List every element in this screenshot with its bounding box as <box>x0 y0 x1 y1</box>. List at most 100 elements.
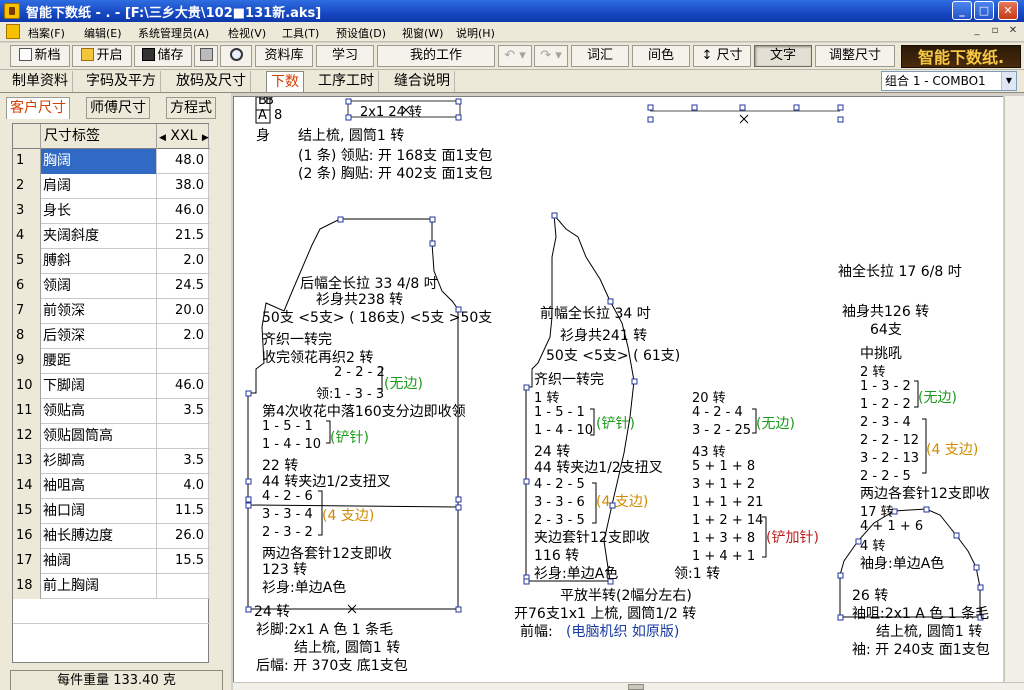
table-row[interactable]: 10 下脚阔 46.0 <box>13 374 210 399</box>
table-row[interactable]: 17 袖阔 15.5 <box>13 549 210 574</box>
tab-master-size[interactable]: 师傅尺寸 <box>86 97 150 119</box>
selection-handle[interactable] <box>345 114 352 121</box>
back-edge-tag[interactable]: (4 支边) <box>322 505 374 525</box>
top-line-3[interactable]: (2 条) 胸贴: 开 402支 面1支包 <box>298 163 492 183</box>
neck-add-5[interactable]: 1 + 3 + 8 <box>692 531 755 546</box>
size-value-cell[interactable]: 2.0 <box>157 249 209 274</box>
back-line-7[interactable]: 123 转 <box>262 559 307 579</box>
menu-file[interactable]: 档案(F) <box>28 25 65 41</box>
selection-handle[interactable] <box>837 572 844 579</box>
selection-handle[interactable] <box>245 496 252 503</box>
front-title[interactable]: 前幅全长拉 34 吋 <box>540 303 651 323</box>
back-edge-1[interactable]: 4 - 2 - 6 <box>262 489 313 504</box>
back-dec-1[interactable]: 1 - 5 - 1 <box>262 419 313 434</box>
tab-knit-calc[interactable]: 下数 <box>266 71 304 92</box>
sleeve-line-1[interactable]: 2 转 <box>860 361 885 380</box>
selection-handle[interactable] <box>631 378 638 385</box>
neck-line-1[interactable]: 20 转 <box>692 387 726 406</box>
table-row[interactable]: 8 后领深 2.0 <box>13 324 210 349</box>
selection-handle[interactable] <box>523 384 530 391</box>
scroll-thumb[interactable] <box>628 684 644 690</box>
selection-handle[interactable] <box>245 390 252 397</box>
size-value-cell[interactable]: 48.0 <box>157 149 209 174</box>
selection-handle[interactable] <box>345 98 352 105</box>
selection-handle[interactable] <box>837 614 844 621</box>
menu-view[interactable]: 检视(V) <box>228 25 266 41</box>
mdi-restore-button[interactable]: ▫ <box>988 25 1002 38</box>
front-line-6[interactable]: 116 转 <box>534 545 579 565</box>
menu-edit[interactable]: 编辑(E) <box>84 25 122 41</box>
caret-right-icon[interactable]: ▶ <box>202 133 209 143</box>
menu-tools[interactable]: 工具(T) <box>282 25 319 41</box>
front-line-10-value[interactable]: (电脑机织 如原版) <box>566 621 679 641</box>
selection-handle[interactable] <box>245 502 252 509</box>
tab-order-info[interactable]: 制单资料 <box>8 71 73 92</box>
size-value-cell[interactable]: 21.5 <box>157 224 209 249</box>
menu-admin[interactable]: 系统管理员(A) <box>138 25 209 41</box>
size-value-cell[interactable]: 4.0 <box>157 474 209 499</box>
color-button[interactable]: 间色 <box>632 45 690 67</box>
selection-handle[interactable] <box>455 496 462 503</box>
table-row[interactable]: 3 身长 46.0 <box>13 199 210 224</box>
library-button[interactable]: 资料库 <box>255 45 313 67</box>
sleeve-edge-2[interactable]: 2 - 2 - 12 <box>860 433 919 448</box>
neck-add-tag[interactable]: (铲加针) <box>766 527 819 547</box>
back-line-8[interactable]: 衫身:单边A色 <box>262 577 346 597</box>
learn-button[interactable]: 学习 <box>316 45 374 67</box>
size-value-cell[interactable]: 38.0 <box>157 174 209 199</box>
size-value-cell[interactable]: 15.5 <box>157 549 209 574</box>
selection-handle[interactable] <box>455 98 462 105</box>
back-line-3[interactable]: 第4次收花中落160支分边即收领 <box>262 401 466 421</box>
text-button[interactable]: 文字 <box>754 45 812 67</box>
tab-formula[interactable]: 方程式 <box>166 97 216 119</box>
chevron-down-icon[interactable]: ▼ <box>1001 72 1016 90</box>
sleeve-line-7[interactable]: 26 转 <box>852 585 888 605</box>
back-neck-2[interactable]: 领:1 - 3 - 3 <box>316 383 384 402</box>
sleeve-dec-2[interactable]: 1 - 2 - 2 <box>860 397 911 412</box>
size-label-cell[interactable]: 肩阔 <box>41 174 157 199</box>
sleeve-mid[interactable]: 中挑吼 <box>860 343 902 363</box>
size-value-cell[interactable] <box>157 349 209 374</box>
sleeve-title[interactable]: 袖全长拉 17 6/8 吋 <box>838 261 962 281</box>
sleeve-edge-3[interactable]: 3 - 2 - 13 <box>860 451 919 466</box>
neck-line-4[interactable]: 43 转 <box>692 441 726 460</box>
combo-select[interactable]: 组合 1 - COMBO1 ▼ <box>881 71 1017 91</box>
caret-left-icon[interactable]: ◀ <box>159 133 166 143</box>
selection-handle[interactable] <box>337 216 344 223</box>
table-row[interactable]: 15 袖口阔 11.5 <box>13 499 210 524</box>
back-line-1[interactable]: 齐织一转完 <box>262 329 332 349</box>
table-row[interactable]: 5 膊斜 2.0 <box>13 249 210 274</box>
table-row-empty[interactable] <box>13 599 210 624</box>
selection-handle[interactable] <box>739 104 746 111</box>
size-label-cell[interactable]: 胸阔 <box>41 149 157 174</box>
sleeve-line-2[interactable]: 两边各套针12支即收 <box>860 483 990 503</box>
selection-handle[interactable] <box>973 564 980 571</box>
save-button[interactable]: 储存 <box>134 45 192 67</box>
close-button[interactable]: ✕ <box>998 1 1018 20</box>
front-edge-2[interactable]: 3 - 3 - 6 <box>534 495 585 510</box>
back-dec-tag[interactable]: (铲针) <box>330 427 369 447</box>
back-neck-tag[interactable]: (无边) <box>384 373 423 393</box>
front-edge-tag[interactable]: (4 支边) <box>596 491 648 511</box>
back-edge-2[interactable]: 3 - 3 - 4 <box>262 507 313 522</box>
size-label-cell[interactable]: 领阔 <box>41 274 157 299</box>
selection-handle[interactable] <box>245 606 252 613</box>
my-work-button[interactable]: 我的工作 <box>377 45 495 67</box>
neck-line-5[interactable]: 领:1 转 <box>674 563 720 583</box>
minimize-button[interactable]: _ <box>952 1 972 20</box>
sleeve-line-3[interactable]: 17 转 <box>860 501 894 520</box>
front-line-5[interactable]: 夹边套针12支即收 <box>534 527 650 547</box>
vertical-scrollbar[interactable] <box>1004 96 1024 682</box>
sleeve-edge-tag[interactable]: (4 支边) <box>926 439 978 459</box>
selection-handle[interactable] <box>837 116 844 123</box>
drawing-canvas[interactable]: B B A 8 2x1 24 转 身 结上梳, 圆筒1 转 (1 条) 领贴: … <box>233 96 1003 682</box>
sleeve-dec-tag[interactable]: (无边) <box>918 387 957 407</box>
neck-tag[interactable]: (无边) <box>756 413 795 433</box>
tab-sewing-notes[interactable]: 缝合说明 <box>390 71 455 92</box>
sleeve-dec-1[interactable]: 1 - 3 - 2 <box>860 379 911 394</box>
selection-handle[interactable] <box>551 212 558 219</box>
vocab-button[interactable]: 词汇 <box>571 45 629 67</box>
back-line-5[interactable]: 44 转夹边1/2支扭叉 <box>262 471 391 491</box>
table-row[interactable]: 11 领贴高 3.5 <box>13 399 210 424</box>
table-row[interactable]: 1 胸阔 48.0 <box>13 149 210 174</box>
